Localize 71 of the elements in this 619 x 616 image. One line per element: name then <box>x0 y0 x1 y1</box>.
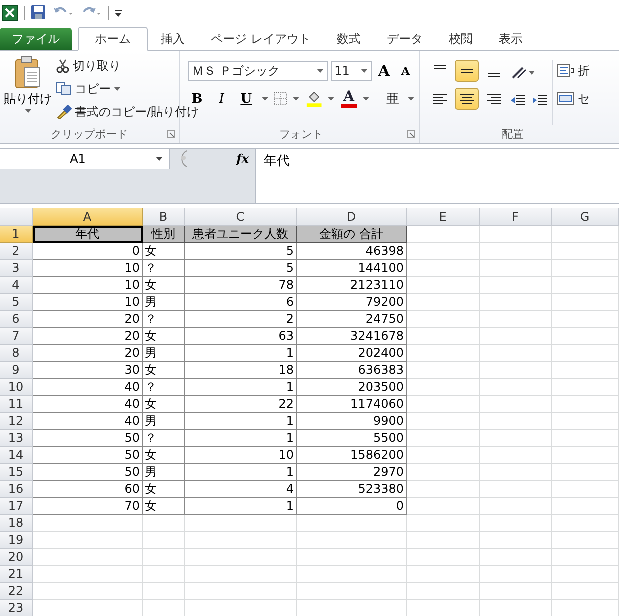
table-cell: 女 <box>143 243 185 260</box>
table-cell: 女 <box>143 498 185 515</box>
table-cell: 203500 <box>297 379 407 396</box>
table-cell: 女 <box>143 277 185 294</box>
table-cell: 1 <box>185 413 297 430</box>
table-cell: 22 <box>185 396 297 413</box>
table-cell: 2970 <box>297 464 407 481</box>
table-cell: 1 <box>185 379 297 396</box>
table-cell: 18 <box>185 362 297 379</box>
table-cell: 40 <box>33 396 143 413</box>
table-cell: 10 <box>33 294 143 311</box>
table-cell: 男 <box>143 413 185 430</box>
table-cell: 女 <box>143 396 185 413</box>
table-cell: 2 <box>185 311 297 328</box>
table-cell: 46398 <box>297 243 407 260</box>
table-cell: 1174060 <box>297 396 407 413</box>
table-cell: 9900 <box>297 413 407 430</box>
table-cell: 30 <box>33 362 143 379</box>
table-cell: 79200 <box>297 294 407 311</box>
table-cell: ？ <box>143 379 185 396</box>
table-cell: 金額の 合計 <box>297 226 407 243</box>
table-cell: 40 <box>33 413 143 430</box>
table-cell: 5 <box>185 243 297 260</box>
table-cell: 女 <box>143 481 185 498</box>
table-cell: 女 <box>143 328 185 345</box>
table-cell: 50 <box>33 447 143 464</box>
table-cell: 6 <box>185 294 297 311</box>
table-cell: 20 <box>33 328 143 345</box>
table-cell: 女 <box>143 362 185 379</box>
table-cell: 3241678 <box>297 328 407 345</box>
group-label: クリップボード <box>51 126 128 142</box>
table-cell: 2123110 <box>297 277 407 294</box>
table-cell: 1 <box>185 345 297 362</box>
table-cell: 523380 <box>297 481 407 498</box>
table-cell: 20 <box>33 311 143 328</box>
table-cell: 1586200 <box>297 447 407 464</box>
table-cell: 1 <box>185 430 297 447</box>
table-cell: 男 <box>143 294 185 311</box>
table-cell: 10 <box>33 260 143 277</box>
table-cell: 50 <box>33 430 143 447</box>
table-cell: 70 <box>33 498 143 515</box>
table-cell: 24750 <box>297 311 407 328</box>
table-cell: 男 <box>143 345 185 362</box>
table-cell: 10 <box>33 277 143 294</box>
table-cell: 20 <box>33 345 143 362</box>
table-cell: 0 <box>33 243 143 260</box>
table-cell: 636383 <box>297 362 407 379</box>
table-cell: 男 <box>143 464 185 481</box>
table-cell: 50 <box>33 464 143 481</box>
table-cell: 1 <box>185 464 297 481</box>
table-cell: ？ <box>143 430 185 447</box>
table-cell: 10 <box>185 447 297 464</box>
table-cell: 5 <box>185 260 297 277</box>
table-cell: 63 <box>185 328 297 345</box>
table-cell: 202400 <box>297 345 407 362</box>
table-cell: 60 <box>33 481 143 498</box>
group-label: フォント <box>280 126 324 142</box>
table-cell: 患者ユニーク人数 <box>185 226 297 243</box>
table-cell: 女 <box>143 447 185 464</box>
table-cell: 78 <box>185 277 297 294</box>
group-label: 配置 <box>502 126 524 142</box>
table-cell: ？ <box>143 311 185 328</box>
table-cell: ？ <box>143 260 185 277</box>
table-cell: 年代 <box>33 226 143 243</box>
table-cell: 1 <box>185 498 297 515</box>
table-cell: 144100 <box>297 260 407 277</box>
table-cell: 4 <box>185 481 297 498</box>
table-cell: 性別 <box>143 226 185 243</box>
table-cell: 5500 <box>297 430 407 447</box>
table-cell: 40 <box>33 379 143 396</box>
table-cell: 0 <box>297 498 407 515</box>
